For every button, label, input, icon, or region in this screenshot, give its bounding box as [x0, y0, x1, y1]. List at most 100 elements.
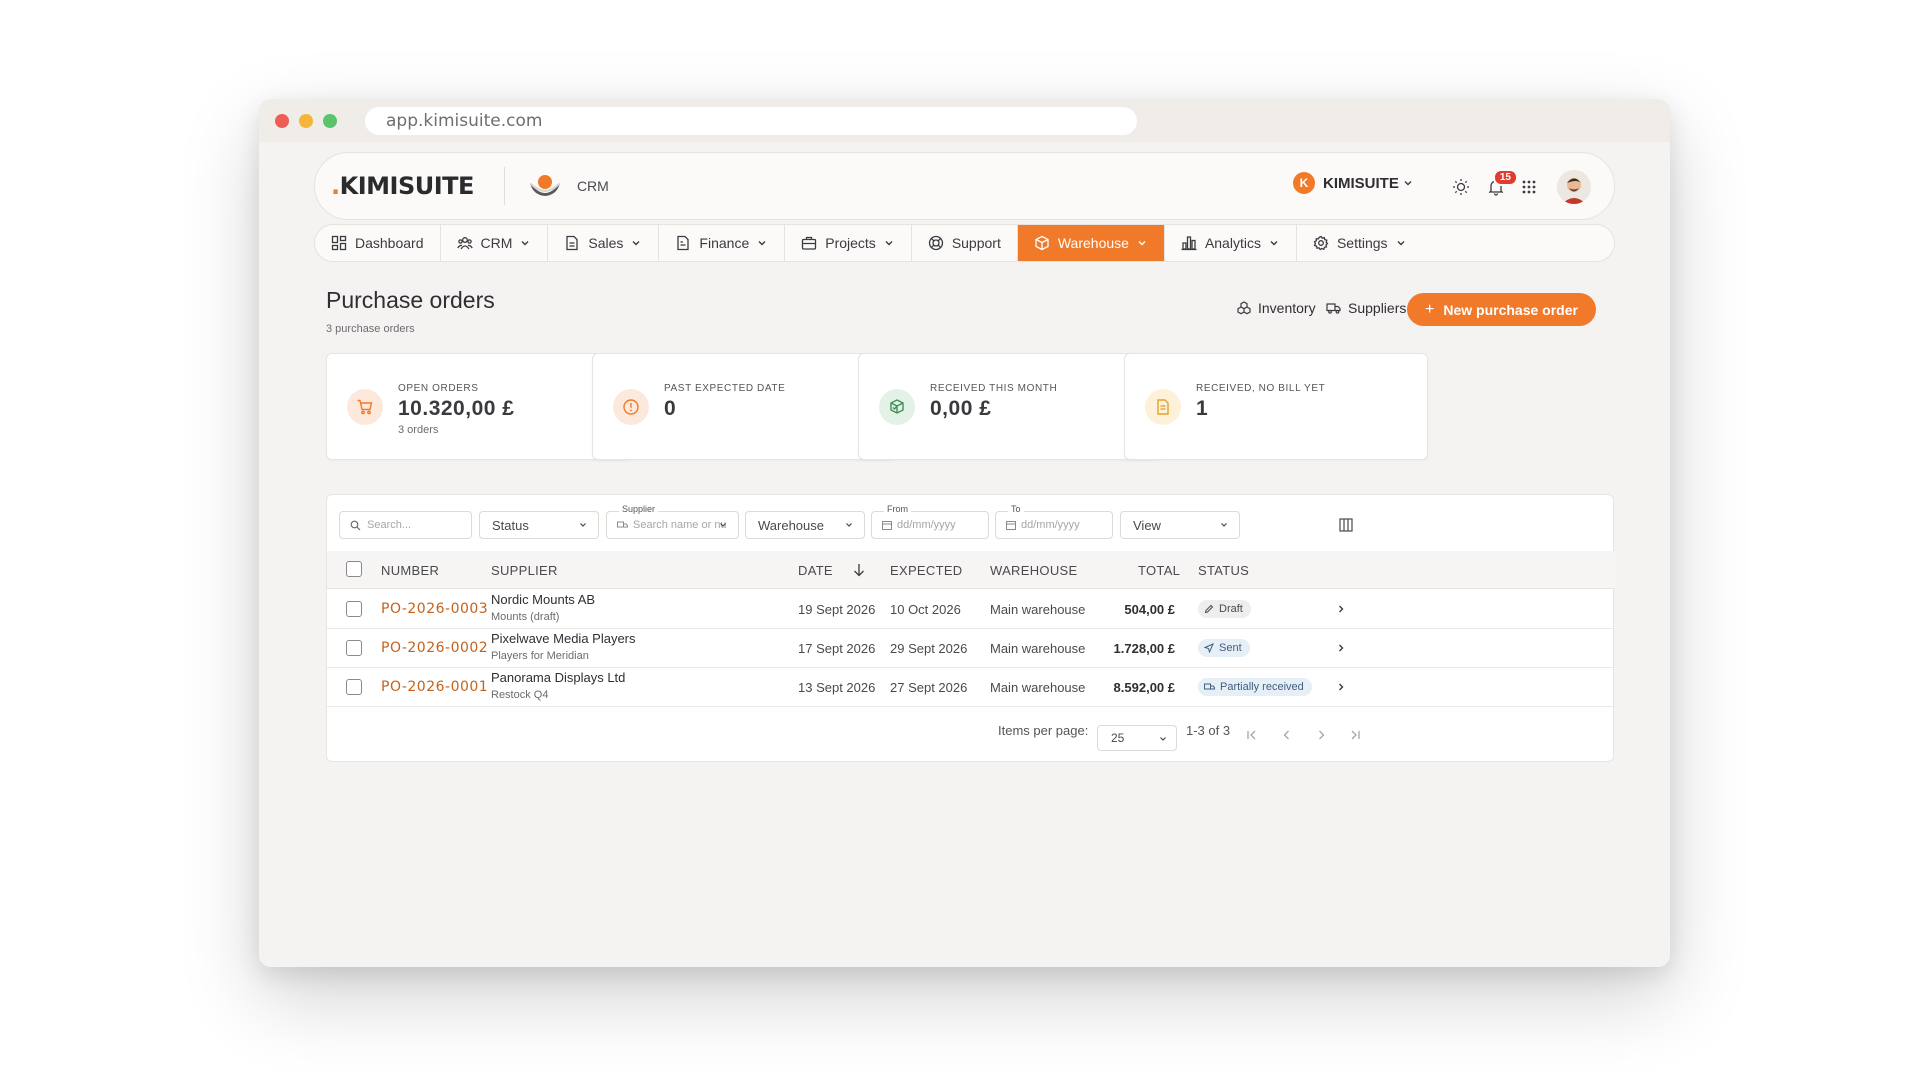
- theme-toggle-button[interactable]: [1445, 171, 1477, 203]
- stat-value: 10.320,00 £: [398, 397, 515, 420]
- last-page-icon[interactable]: [1348, 728, 1362, 742]
- minimize-window-button[interactable]: [299, 113, 313, 128]
- nav-item-crm[interactable]: CRM: [441, 225, 549, 261]
- column-status[interactable]: STATUS: [1198, 563, 1249, 578]
- warehouse-filter[interactable]: Warehouse: [745, 511, 865, 539]
- nav-label: Settings: [1336, 235, 1388, 251]
- table-header: NUMBER SUPPLIER DATE EXPECTED WAREHOUSE …: [327, 551, 1615, 589]
- status-text: Draft: [1219, 603, 1243, 615]
- search-input[interactable]: Search...: [339, 511, 472, 539]
- column-warehouse[interactable]: WAREHOUSE: [990, 563, 1077, 578]
- inventory-button[interactable]: Inventory: [1237, 300, 1316, 316]
- kimisuite-logo[interactable]: .KIMISUITE: [331, 172, 474, 200]
- org-name: KIMISUITE: [1323, 174, 1399, 192]
- column-expected[interactable]: EXPECTED: [890, 563, 962, 578]
- stat-label: OPEN ORDERS: [398, 383, 479, 394]
- cart-icon: [347, 389, 383, 425]
- header-divider: [503, 167, 505, 205]
- nav-item-sales[interactable]: Sales: [548, 225, 660, 261]
- order-note: Restock Q4: [491, 689, 549, 701]
- org-avatar: K: [1293, 172, 1315, 194]
- nav-item-support[interactable]: Support: [912, 225, 1018, 261]
- arrow-down-icon[interactable]: [853, 563, 865, 577]
- notifications-button[interactable]: 15: [1480, 169, 1518, 203]
- status-badge: Sent: [1198, 639, 1250, 657]
- chevron-right-icon[interactable]: [1335, 681, 1347, 693]
- new-purchase-order-label: New purchase order: [1443, 301, 1578, 318]
- previous-page-icon[interactable]: [1280, 728, 1294, 742]
- nav-item-analytics[interactable]: Analytics: [1165, 225, 1297, 261]
- close-window-button[interactable]: [275, 113, 289, 128]
- nav-item-finance[interactable]: Finance: [659, 225, 786, 261]
- from-date-label: From: [884, 504, 911, 514]
- table-row[interactable]: PO-2026-0002 Pixelwave Media Players Pla…: [327, 629, 1615, 668]
- stat-card-received-month: RECEIVED THIS MONTH 0,00 £: [858, 353, 1162, 460]
- chevron-down-icon: [720, 523, 726, 527]
- pencil-icon: [1204, 604, 1214, 614]
- browser-chrome: app.kimisuite.com: [259, 99, 1670, 142]
- suppliers-button[interactable]: Suppliers: [1326, 300, 1406, 316]
- select-all-checkbox[interactable]: [346, 561, 362, 577]
- stat-sub: 3 orders: [398, 424, 439, 436]
- page-title: Purchase orders: [326, 287, 495, 313]
- nav-item-warehouse[interactable]: Warehouse: [1017, 225, 1165, 261]
- to-date-input[interactable]: To dd/mm/yyyy: [995, 504, 1113, 539]
- column-supplier[interactable]: SUPPLIER: [491, 563, 558, 578]
- inventory-label: Inventory: [1258, 300, 1316, 316]
- crm-app-icon[interactable]: [527, 171, 563, 201]
- chevron-right-icon[interactable]: [1335, 603, 1347, 615]
- status-text: Partially received: [1220, 681, 1304, 693]
- organization-switcher[interactable]: K KIMISUITE: [1293, 172, 1414, 194]
- chevron-down-icon: [1221, 523, 1227, 527]
- first-page-icon[interactable]: [1245, 728, 1259, 742]
- from-date-input[interactable]: From dd/mm/yyyy: [871, 504, 989, 539]
- truck-icon: [617, 521, 628, 528]
- chevron-down-icon: [846, 523, 852, 527]
- po-number-link[interactable]: PO-2026-0002: [381, 640, 488, 656]
- stat-label: RECEIVED THIS MONTH: [930, 383, 1058, 394]
- supplier-filter-label: Supplier: [619, 504, 659, 514]
- items-per-page-value: 25: [1111, 731, 1125, 745]
- user-avatar[interactable]: [1557, 170, 1591, 204]
- items-per-page-select[interactable]: 25: [1097, 725, 1177, 751]
- column-date[interactable]: DATE: [798, 563, 833, 578]
- calendar-icon: [882, 521, 892, 530]
- table-row[interactable]: PO-2026-0001 Panorama Displays Ltd Resto…: [327, 668, 1615, 707]
- stat-label: PAST EXPECTED DATE: [664, 383, 786, 394]
- view-select-value: View: [1133, 517, 1161, 533]
- row-checkbox[interactable]: [346, 679, 362, 695]
- supplier-filter[interactable]: Supplier Search name or nu: [606, 504, 739, 539]
- stat-card-no-bill: RECEIVED, NO BILL YET 1: [1124, 353, 1428, 460]
- lifebuoy-icon: [928, 235, 943, 251]
- column-total[interactable]: TOTAL: [1138, 563, 1180, 578]
- view-select[interactable]: View: [1120, 511, 1240, 539]
- row-checkbox[interactable]: [346, 601, 362, 617]
- status-filter-value: Status: [492, 517, 529, 533]
- nav-item-settings[interactable]: Settings: [1297, 225, 1423, 261]
- file-icon: [677, 235, 690, 251]
- apps-grid-button[interactable]: [1513, 171, 1545, 203]
- maximize-window-button[interactable]: [323, 113, 337, 128]
- po-number-link[interactable]: PO-2026-0003: [381, 601, 488, 617]
- from-date-placeholder: dd/mm/yyyy: [897, 519, 956, 531]
- po-number-link[interactable]: PO-2026-0001: [381, 679, 488, 695]
- nav-item-dashboard[interactable]: Dashboard: [315, 225, 441, 261]
- next-page-icon[interactable]: [1314, 728, 1328, 742]
- to-date-label: To: [1008, 504, 1024, 514]
- address-bar[interactable]: app.kimisuite.com: [365, 106, 1137, 135]
- nav-item-projects[interactable]: Projects: [785, 225, 912, 261]
- bar-chart-icon: [1181, 236, 1197, 251]
- status-filter[interactable]: Status: [479, 511, 599, 539]
- nav-label: Support: [951, 235, 1001, 251]
- chevron-down-icon: [521, 241, 529, 246]
- column-number[interactable]: NUMBER: [381, 563, 439, 578]
- columns-icon[interactable]: [1339, 518, 1353, 532]
- new-purchase-order-button[interactable]: + New purchase order: [1407, 293, 1596, 326]
- briefcase-icon: [802, 236, 817, 250]
- order-date: 17 Sept 2026: [798, 641, 876, 656]
- row-checkbox[interactable]: [346, 640, 362, 656]
- chevron-down-icon: [1397, 241, 1405, 246]
- chevron-right-icon[interactable]: [1335, 642, 1347, 654]
- chevron-down-icon: [1404, 181, 1412, 186]
- table-row[interactable]: PO-2026-0003 Nordic Mounts AB Mounts (dr…: [327, 590, 1615, 629]
